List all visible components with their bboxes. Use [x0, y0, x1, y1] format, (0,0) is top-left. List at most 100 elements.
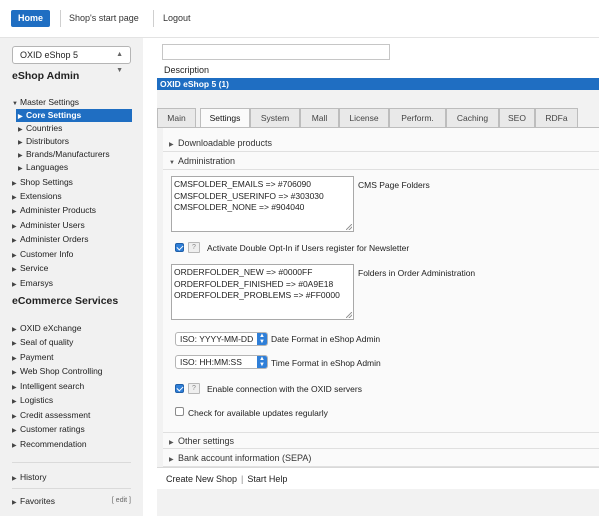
- tab-performance[interactable]: Perform.: [389, 108, 446, 127]
- order-folders-textarea[interactable]: ORDERFOLDER_NEW => #0000FF ORDERFOLDER_F…: [171, 264, 354, 320]
- shop-select-value: OXID eShop 5: [20, 50, 79, 60]
- selected-shop-row[interactable]: OXID eShop 5 (1): [157, 78, 599, 90]
- sidebar-item-label: Distributors: [26, 136, 69, 146]
- sidebar-item-label: Administer Users: [20, 220, 85, 230]
- sidebar-item-label: OXID eXchange: [20, 323, 82, 333]
- tab-system[interactable]: System: [250, 108, 300, 127]
- top-separator: [60, 10, 61, 27]
- chevron-updown-icon: ▲ ▼: [257, 356, 267, 368]
- section-bank-account[interactable]: ▶ Bank account information (SEPA): [163, 450, 599, 467]
- sidebar-item-label: History: [20, 472, 47, 482]
- sidebar-item-label: Shop Settings: [20, 177, 73, 187]
- sidebar-item-administer-products[interactable]: ▶ Administer Products: [12, 204, 96, 217]
- sidebar-item-label: Credit assessment: [20, 410, 91, 420]
- sidebar-item-oxid-exchange[interactable]: ▶ OXID eXchange: [12, 322, 81, 335]
- list-header: Description: [157, 38, 599, 78]
- sidebar-item-languages[interactable]: ▶ Languages: [18, 161, 68, 174]
- sidebar-item-service[interactable]: ▶ Service: [12, 262, 48, 275]
- section-label: Administration: [178, 156, 236, 166]
- triangle-right-icon: ▶: [18, 166, 23, 172]
- tab-main[interactable]: Main: [157, 108, 196, 127]
- description-filter-input[interactable]: [162, 44, 390, 60]
- date-format-value: ISO: YYYY-MM-DD: [180, 334, 254, 344]
- sidebar-item-customer-info[interactable]: ▶ Customer Info: [12, 248, 73, 261]
- favorites-edit-link[interactable]: [ edit ]: [112, 497, 131, 504]
- sidebar-item-label: Logistics: [20, 395, 54, 405]
- tab-rdfa[interactable]: RDFa: [535, 108, 578, 127]
- section-downloadable-products[interactable]: ▶ Downloadable products: [163, 135, 599, 152]
- sidebar-item-history[interactable]: ▶ History: [12, 471, 46, 484]
- sidebar-item-seal-of-quality[interactable]: ▶ Seal of quality: [12, 336, 73, 349]
- sidebar-item-emarsys[interactable]: ▶ Emarsys: [12, 277, 53, 290]
- section-label: Bank account information (SEPA): [178, 453, 312, 463]
- tab-seo[interactable]: SEO: [499, 108, 535, 127]
- sidebar-item-label: Administer Orders: [20, 234, 89, 244]
- sidebar-item-distributors[interactable]: ▶ Distributors: [18, 135, 69, 148]
- cms-folders-textarea[interactable]: CMSFOLDER_EMAILS => #706090 CMSFOLDER_US…: [171, 176, 354, 232]
- logout-link[interactable]: Logout: [163, 13, 191, 23]
- sidebar-item-brands[interactable]: ▶ Brands/Manufacturers: [18, 148, 110, 161]
- sidebar-item-web-shop-controlling[interactable]: ▶ Web Shop Controlling: [12, 365, 103, 378]
- sidebar-item-core-settings[interactable]: ▶ Core Settings: [16, 109, 132, 122]
- sidebar-item-payment[interactable]: ▶ Payment: [12, 351, 54, 364]
- triangle-right-icon: ▶: [12, 267, 17, 273]
- triangle-right-icon: ▶: [12, 500, 17, 506]
- sidebar-item-label: Intelligent search: [20, 381, 85, 391]
- double-optin-checkbox[interactable]: [175, 243, 184, 252]
- sidebar-item-label: Service: [20, 263, 49, 273]
- sidebar-item-intelligent-search[interactable]: ▶ Intelligent search: [12, 380, 84, 393]
- sidebar-item-extensions[interactable]: ▶ Extensions: [12, 190, 62, 203]
- description-column-label: Description: [164, 65, 210, 75]
- section-label: Downloadable products: [178, 138, 273, 148]
- sidebar-divider: [12, 462, 131, 463]
- sidebar-item-countries[interactable]: ▶ Countries: [18, 122, 62, 135]
- oxid-servers-checkbox[interactable]: [175, 384, 184, 393]
- time-format-select[interactable]: ISO: HH:MM:SS ▲ ▼: [175, 355, 268, 369]
- sidebar-item-master-settings[interactable]: ▼ Master Settings: [12, 96, 79, 109]
- resize-grip-icon[interactable]: [346, 224, 352, 230]
- updates-checkbox[interactable]: [175, 407, 184, 416]
- section-administration[interactable]: ▼ Administration: [163, 153, 599, 170]
- triangle-right-icon: ▶: [12, 399, 17, 405]
- sidebar-item-label: Administer Products: [20, 205, 97, 215]
- settings-area: Main Settings System Mall License Perfor…: [157, 90, 599, 516]
- help-icon[interactable]: ?: [188, 242, 200, 253]
- sidebar-item-favorites[interactable]: ▶ Favorites: [12, 495, 55, 508]
- sidebar-item-label: Extensions: [20, 191, 62, 201]
- top-separator: [153, 10, 154, 27]
- triangle-right-icon: ▶: [12, 282, 17, 288]
- chevron-updown-icon: ▲ ▼: [116, 51, 123, 74]
- triangle-right-icon: ▶: [12, 476, 17, 482]
- chevron-updown-icon: ▲ ▼: [257, 333, 267, 345]
- section-other-settings[interactable]: ▶ Other settings: [163, 432, 599, 449]
- sidebar-item-administer-orders[interactable]: ▶ Administer Orders: [12, 233, 89, 246]
- section-label: Other settings: [178, 436, 235, 446]
- shop-start-page-link[interactable]: Shop's start page: [69, 13, 139, 23]
- help-icon[interactable]: ?: [188, 383, 200, 394]
- resize-grip-icon[interactable]: [346, 312, 352, 318]
- sidebar-item-administer-users[interactable]: ▶ Administer Users: [12, 219, 85, 232]
- settings-panel: ▶ Downloadable products ▼ Administration C…: [163, 128, 599, 473]
- eshop-admin-heading: eShop Admin: [12, 70, 80, 82]
- cms-folders-label: CMS Page Folders: [358, 180, 430, 190]
- tab-mall[interactable]: Mall: [300, 108, 339, 127]
- ecommerce-services-heading: eCommerce Services: [12, 295, 119, 307]
- tab-bar: Main Settings System Mall License Perfor…: [157, 108, 599, 128]
- sidebar-item-customer-ratings[interactable]: ▶ Customer ratings: [12, 423, 85, 436]
- date-format-select[interactable]: ISO: YYYY-MM-DD ▲ ▼: [175, 332, 268, 346]
- sidebar-item-shop-settings[interactable]: ▶ Shop Settings: [12, 176, 73, 189]
- main-content: Description OXID eShop 5 (1) Main Settin…: [157, 38, 599, 516]
- updates-label: Check for available updates regularly: [188, 408, 328, 418]
- start-help-link[interactable]: Start Help: [247, 474, 287, 484]
- tab-caching[interactable]: Caching: [446, 108, 499, 127]
- tab-license[interactable]: License: [339, 108, 389, 127]
- create-new-shop-link[interactable]: Create New Shop: [166, 474, 237, 484]
- sidebar-item-credit-assessment[interactable]: ▶ Credit assessment: [12, 409, 90, 422]
- home-button[interactable]: Home: [11, 10, 50, 27]
- shop-select[interactable]: OXID eShop 5 ▲ ▼: [12, 46, 131, 74]
- sidebar-item-recommendation[interactable]: ▶ Recommendation: [12, 438, 87, 451]
- tab-settings[interactable]: Settings: [200, 108, 250, 128]
- footer-bar: Create New Shop | Start Help: [157, 467, 599, 489]
- oxid-servers-label: Enable connection with the OXID servers: [207, 384, 362, 394]
- sidebar-item-logistics[interactable]: ▶ Logistics: [12, 394, 53, 407]
